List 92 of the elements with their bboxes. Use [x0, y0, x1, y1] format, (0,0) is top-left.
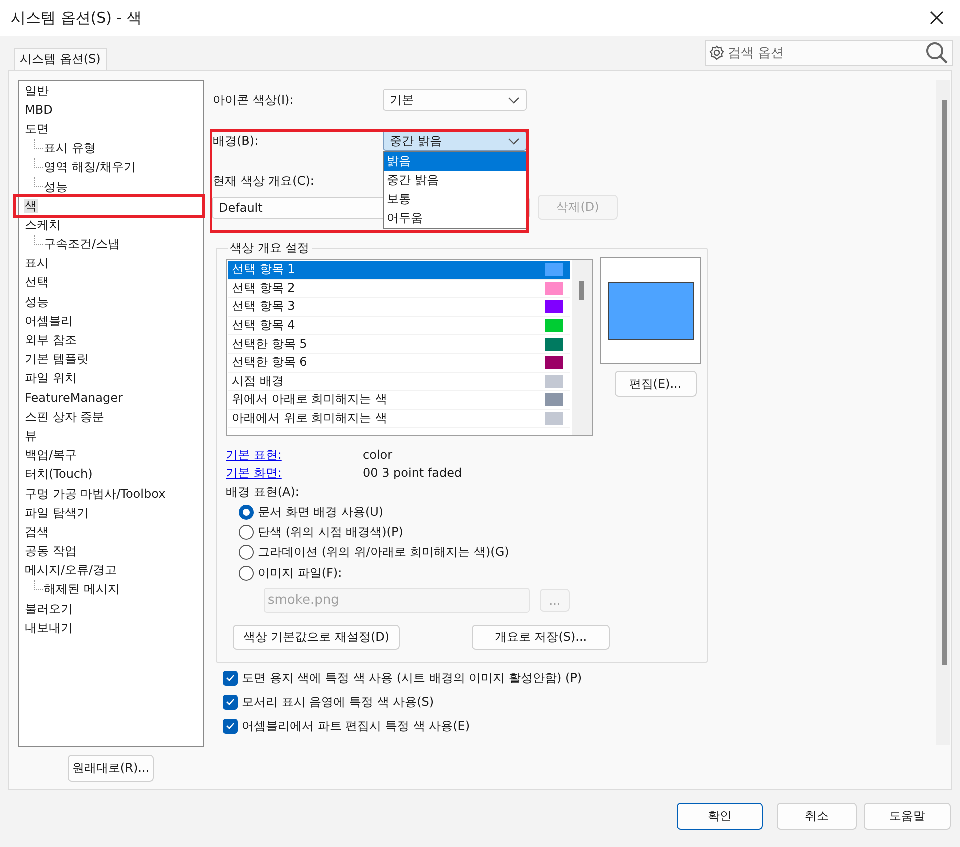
- field-label: 아이콘 색상(I):: [212, 92, 294, 108]
- item-label: 선택 항목 1: [232, 261, 296, 278]
- value-text: 00 3 point faded: [363, 466, 462, 480]
- list-item[interactable]: 선택 항목 3: [228, 298, 570, 317]
- tree-item[interactable]: 표시: [24, 256, 50, 270]
- dialog-button[interactable]: 확인: [677, 803, 763, 830]
- tree-item[interactable]: 성능: [24, 294, 50, 309]
- tree-item[interactable]: 일반: [24, 84, 50, 98]
- radio-option[interactable]: 그라데이션 (위의 위/아래로 희미해지는 색)(G): [239, 542, 707, 563]
- radio-option[interactable]: 단색 (위의 시점 배경색)(P): [239, 522, 707, 543]
- tree-item[interactable]: 성능: [43, 180, 69, 194]
- dropdown-option[interactable]: 중간 밝음: [384, 171, 526, 190]
- edit-button[interactable]: 편집(E)...: [614, 371, 696, 397]
- tab[interactable]: 시스템 옵션(S): [14, 48, 107, 70]
- tree-item[interactable]: 도면: [24, 122, 50, 136]
- item-label: 선택 항목 2: [232, 280, 296, 297]
- tree-item[interactable]: 검색: [24, 524, 50, 539]
- checkbox-option[interactable]: 어셈블리에서 파트 편집시 특정 색 사용(E): [223, 714, 935, 738]
- search-placeholder: 검색 옵션: [728, 45, 786, 62]
- tree-item[interactable]: 색: [24, 198, 38, 213]
- item-label: 선택 항목 3: [232, 298, 296, 316]
- tree-item[interactable]: 파일 탐색기: [24, 506, 90, 520]
- window-title: 시스템 옵션(S) - 색: [11, 8, 142, 28]
- tree-item[interactable]: 스핀 상자 증분: [24, 410, 106, 424]
- list-item[interactable]: 위에서 아래로 희미해지는 색: [228, 391, 570, 410]
- field-label: 현재 색상 개요(C):: [212, 172, 314, 190]
- tree-item[interactable]: 터치(Touch): [24, 467, 94, 482]
- scrollbar-thumb[interactable]: [579, 281, 584, 300]
- item-label: 시점 배경: [232, 372, 284, 390]
- link[interactable]: 기본 표현:: [226, 446, 363, 464]
- tree-item[interactable]: 백업/복구: [24, 448, 78, 462]
- tree-item[interactable]: 불러오기: [24, 602, 74, 616]
- check-icon: [225, 721, 236, 731]
- field-label: 배경 표현(A):: [226, 484, 300, 500]
- tree-item[interactable]: 구멍 가공 마법사/Toolbox: [24, 486, 167, 501]
- item-label: 위에서 아래로 희미해지는 색: [232, 391, 388, 408]
- tree-item[interactable]: 스케치: [24, 218, 62, 232]
- item-label: 아래에서 위로 희미해지는 색: [232, 410, 388, 428]
- tree-item[interactable]: MBD: [24, 102, 54, 117]
- checkbox-option[interactable]: 도면 용지 색에 특정 색 사용 (시트 배경의 이미지 활성안함) (P): [223, 666, 935, 690]
- list-item[interactable]: 선택 항목 1: [228, 261, 570, 280]
- radio-option[interactable]: 문서 화면 배경 사용(U): [239, 502, 707, 522]
- search-field[interactable]: 검색 옵션: [705, 40, 953, 66]
- item-label: 선택 항목 4: [232, 317, 296, 334]
- list-item[interactable]: 선택 항목 4: [228, 316, 570, 336]
- tree-item[interactable]: 공동 작업: [24, 544, 78, 558]
- radio-option[interactable]: 이미지 파일(F):: [239, 562, 707, 584]
- tree-item[interactable]: 내보내기: [24, 620, 74, 635]
- check-icon: [225, 673, 236, 683]
- list-item[interactable]: 선택 항목 2: [228, 280, 570, 298]
- tree-item[interactable]: FeatureManager: [24, 390, 124, 405]
- tree-item[interactable]: 뷰: [24, 428, 38, 443]
- tree-item[interactable]: 메시지/오류/경고: [24, 563, 118, 578]
- item-label: 선택한 항목 6: [232, 354, 308, 372]
- save-scheme-button[interactable]: 개요로 저장(S)...: [472, 625, 610, 650]
- list-item[interactable]: 선택한 항목 5: [228, 335, 570, 354]
- value-text: color: [363, 448, 393, 462]
- dropdown[interactable]: 중간 밝음: [383, 131, 527, 151]
- reset-button[interactable]: 원래대로(R)...: [68, 755, 154, 782]
- list-item[interactable]: 선택한 항목 6: [228, 354, 570, 373]
- chevron-down-icon: [508, 138, 520, 144]
- close-button[interactable]: [928, 9, 946, 27]
- list-item[interactable]: 아래에서 위로 희미해지는 색: [228, 410, 570, 428]
- tree-item[interactable]: 선택: [24, 275, 50, 290]
- reset-colors-button[interactable]: 색상 기본값으로 재설정(D): [233, 625, 400, 650]
- tree-item[interactable]: 외부 참조: [24, 333, 78, 348]
- item-label: 선택한 항목 5: [232, 336, 308, 353]
- tree-item[interactable]: 구속조건/스냅: [43, 237, 122, 252]
- close-icon: [930, 11, 944, 25]
- gear-icon: [709, 45, 725, 61]
- group-title: 색상 개요 설정: [229, 240, 311, 257]
- field-label: 배경(B):: [212, 132, 259, 150]
- dropdown-value: Default: [219, 200, 263, 214]
- tree-item[interactable]: 기본 템플릿: [24, 352, 90, 366]
- dropdown-value: 중간 밝음: [390, 132, 442, 150]
- search-icon: [926, 42, 948, 64]
- tree-item[interactable]: 표시 유형: [43, 141, 97, 156]
- dropdown[interactable]: 기본: [383, 89, 527, 111]
- list-item[interactable]: 시점 배경: [228, 372, 570, 392]
- scrollbar-thumb[interactable]: [942, 100, 947, 665]
- tree-item[interactable]: 영역 해칭/채우기: [43, 160, 137, 174]
- link[interactable]: 기본 화면:: [226, 464, 363, 482]
- tree-item[interactable]: 어셈블리: [24, 314, 74, 328]
- tree-item[interactable]: 파일 위치: [24, 371, 78, 386]
- dialog-button[interactable]: 취소: [777, 803, 857, 830]
- dropdown-option[interactable]: 밝음: [384, 152, 526, 171]
- dialog-button[interactable]: 도움말: [864, 803, 951, 830]
- check-icon: [225, 697, 236, 707]
- chevron-down-icon: [508, 96, 520, 104]
- checkbox-option[interactable]: 모서리 표시 음영에 특정 색 사용(S): [223, 690, 935, 714]
- dropdown-value: 기본: [390, 92, 414, 108]
- tree-item[interactable]: 해제된 메시지: [43, 582, 121, 596]
